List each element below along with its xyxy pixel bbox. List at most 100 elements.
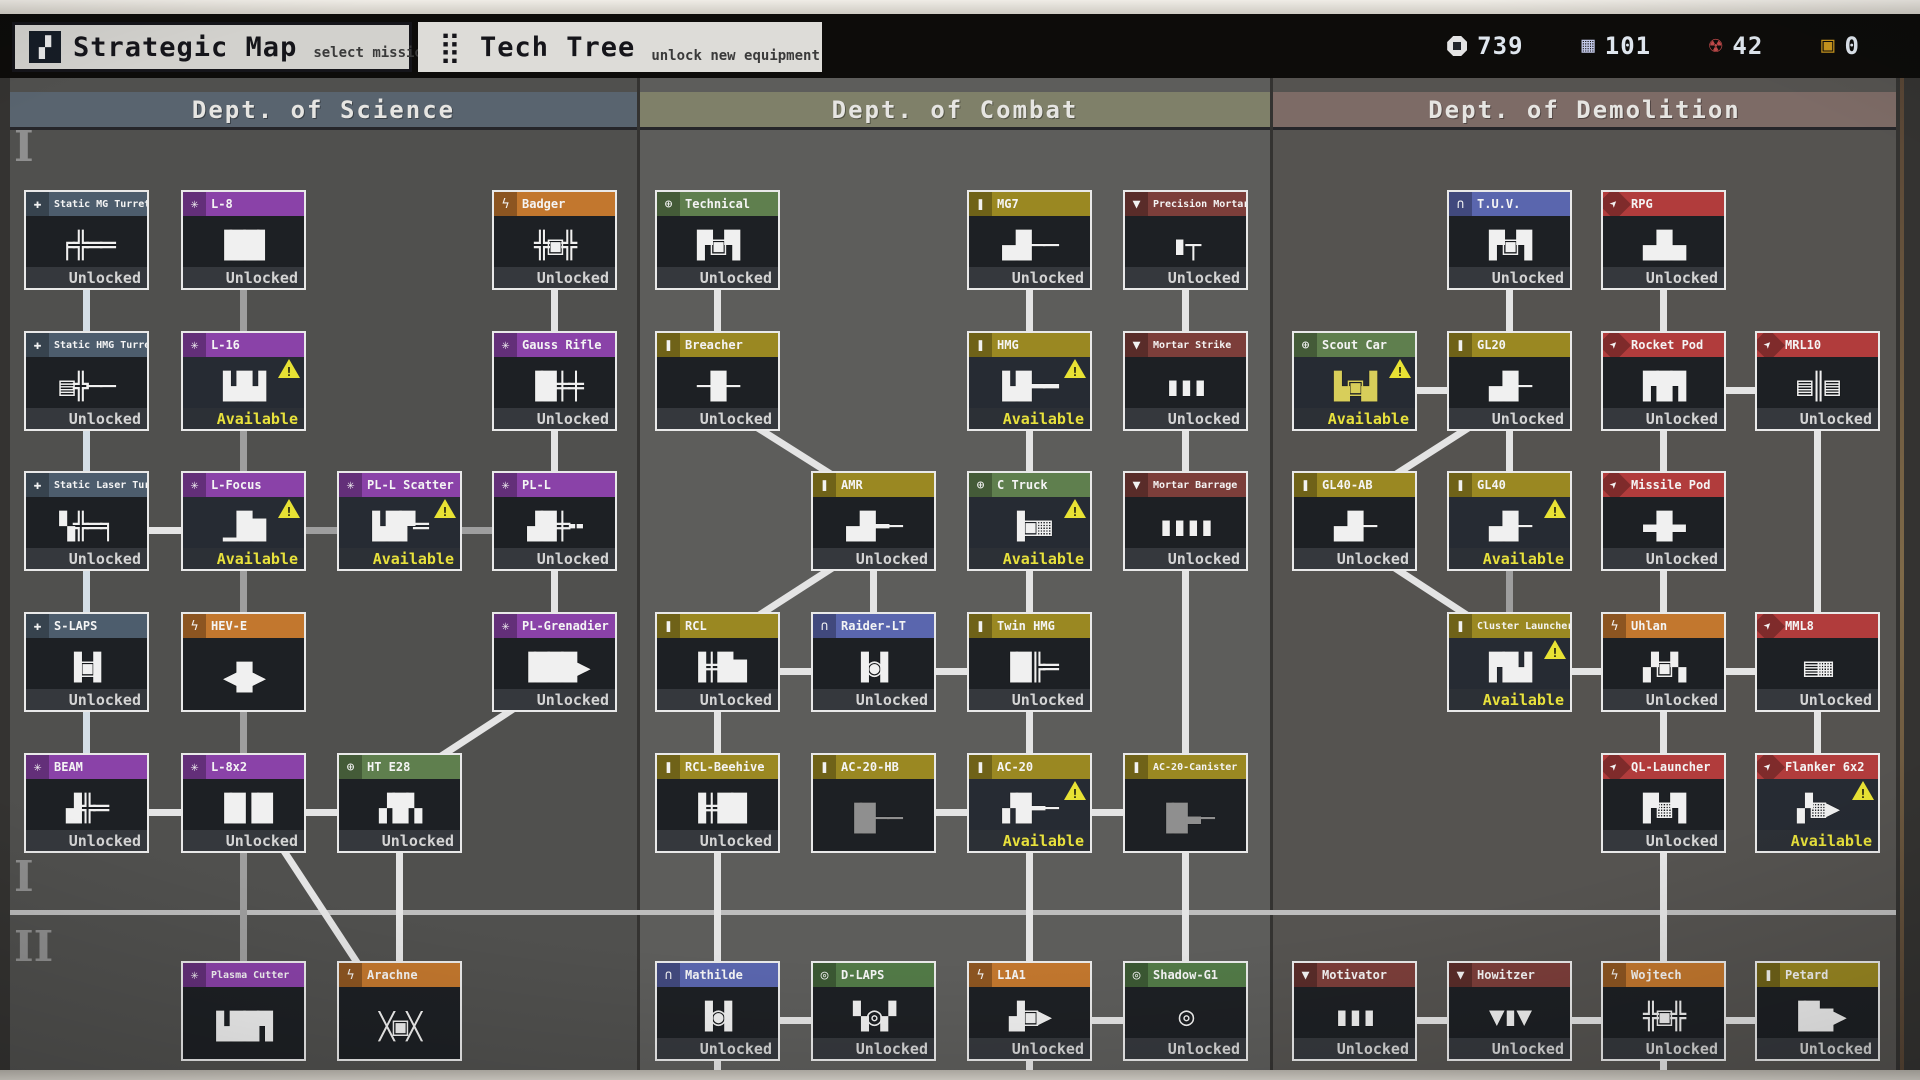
tech-node-ac20[interactable]: ❚ AC-20 ▞█━─ !Available — [967, 753, 1092, 853]
node-header: ❚ AC-20-HB — [813, 755, 934, 779]
tech-node-badger[interactable]: ϟ Badger ╬▣╬ Unlocked — [492, 190, 617, 290]
tech-node-tuv[interactable]: ∩ T.U.V. ▛▣▜ Unlocked — [1447, 190, 1572, 290]
node-art-icon: ▛█▜ — [1603, 365, 1724, 409]
tech-node-hte28[interactable]: ⊕ HT E28 ▞█▚ Unlocked — [337, 753, 462, 853]
tab-tech-tree[interactable]: ⣿ Tech Tree unlock new equipment — [418, 22, 822, 72]
connection-line — [1724, 668, 1757, 675]
node-body: ▄█━─ Unlocked — [813, 497, 934, 569]
tech-node-pllscatter[interactable]: ✳ PL-L Scatter ▙█▛═ !Available — [337, 471, 462, 571]
tab-strategic-map[interactable]: ▞ Strategic Map select mission — [12, 22, 412, 72]
tech-node-ctruck[interactable]: ⊕ C Truck ▐▣▦ !Available — [967, 471, 1092, 571]
node-body: ▐▣▦ !Available — [969, 497, 1090, 569]
tech-node-gl20[interactable]: ❚ GL20 ▄█─ Unlocked — [1447, 331, 1572, 431]
node-header: ✚ Static HMG Turret — [26, 333, 147, 357]
tech-node-ac20hb[interactable]: ❚ AC-20-HB ▐█── — [811, 753, 936, 853]
tech-node-mortbarrage[interactable]: ▼ Mortar Barrage ▮▮▮▮ Unlocked — [1123, 471, 1248, 571]
node-body: ▞▣▚ Unlocked — [1603, 638, 1724, 710]
tech-node-wojtech[interactable]: ϟ Wojtech ╬▣╬ Unlocked — [1601, 961, 1726, 1061]
tech-node-rocketpod[interactable]: ➤ Rocket Pod ▛█▜ Unlocked — [1601, 331, 1726, 431]
node-body: ▄█─ !Available — [1449, 497, 1570, 569]
tech-node-cluster[interactable]: ❚ Cluster Launcher ▛█▟ !Available — [1447, 612, 1572, 712]
tech-node-breacher[interactable]: ❚ Breacher ─█─ Unlocked — [655, 331, 780, 431]
bullet-icon: ❚ — [1449, 333, 1472, 357]
tech-node-arachne[interactable]: ϟ Arachne ╳▣╳ — [337, 961, 462, 1061]
node-body: ▙█━━ !Available — [969, 357, 1090, 429]
tech-node-flanker[interactable]: ➤ Flanker 6x2 ▞▦▶ !Available — [1755, 753, 1880, 853]
tech-node-qll[interactable]: ➤ QL-Launcher ▛▦▜ Unlocked — [1601, 753, 1726, 853]
tech-node-shadow[interactable]: ◎ Shadow-G1 ◎ Unlocked — [1123, 961, 1248, 1061]
chip-resource-icon: ▣ — [1821, 35, 1834, 57]
tech-node-motivator[interactable]: ▼ Motivator ▮▮▮ Unlocked — [1292, 961, 1417, 1061]
tech-node-precmortar[interactable]: ▼ Precision Mortar ▮┬ Unlocked — [1123, 190, 1248, 290]
node-status: Unlocked — [1125, 408, 1246, 429]
node-body: ▄█─ Unlocked — [1294, 497, 1415, 569]
tech-node-howitzer[interactable]: ▼ Howitzer ▼▮▼ Unlocked — [1447, 961, 1572, 1061]
tech-node-mathilde[interactable]: ∩ Mathilde ▐◉▌ Unlocked — [655, 961, 780, 1061]
node-status: Available — [969, 548, 1090, 569]
node-name: HT E28 — [362, 755, 460, 779]
node-name: MML8 — [1780, 614, 1878, 638]
node-name: PL-Grenadier — [517, 614, 615, 638]
node-body: ▟╬═ Unlocked — [26, 779, 147, 851]
tech-node-mortstrike[interactable]: ▼ Mortar Strike ▮▮▮ Unlocked — [1123, 331, 1248, 431]
tech-node-dlaps[interactable]: ◎ D-LAPS ▚◎▞ Unlocked — [811, 961, 936, 1061]
node-header: ▼ Howitzer — [1449, 963, 1570, 987]
tech-node-rpg[interactable]: ➤ RPG ▄█▄ Unlocked — [1601, 190, 1726, 290]
tech-node-gl40[interactable]: ❚ GL40 ▄█─ !Available — [1447, 471, 1572, 571]
tech-node-gauss[interactable]: ✳ Gauss Rifle ▐█╪╪ Unlocked — [492, 331, 617, 431]
tech-node-slaps[interactable]: ✚ S-LAPS ▐▣▌ Unlocked — [24, 612, 149, 712]
tech-node-l16[interactable]: ✳ L-16 ▙█▟ !Available — [181, 331, 306, 431]
node-body: ▮▮▮ Unlocked — [1125, 357, 1246, 429]
node-art-icon: ▄█── — [969, 224, 1090, 268]
tech-node-scout[interactable]: ⊕ Scout Car ▙▣▟ !Available — [1292, 331, 1417, 431]
energy-icon: ✳ — [494, 614, 517, 638]
node-body: ◀█▶ — [183, 638, 304, 710]
node-name: Breacher — [680, 333, 778, 357]
tech-node-petard[interactable]: ❚ Petard ▐█▆▶ Unlocked — [1755, 961, 1880, 1061]
node-art-icon: ▄█▄ — [1603, 224, 1724, 268]
bullet-icon: ❚ — [657, 614, 680, 638]
node-body: ▛▣▜ Unlocked — [657, 216, 778, 288]
tech-node-slaser[interactable]: ✚ Static Laser Turret ▚╬═╕ Unlocked — [24, 471, 149, 571]
tech-node-pll[interactable]: ✳ PL-L ▟█╪╍ Unlocked — [492, 471, 617, 571]
connection-line — [240, 569, 247, 614]
tech-node-shmg[interactable]: ✚ Static HMG Turret ▤╬── Unlocked — [24, 331, 149, 431]
tech-node-raider[interactable]: ∩ Raider-LT ▐◉▌ Unlocked — [811, 612, 936, 712]
node-body: ▐█╪╪ Unlocked — [494, 357, 615, 429]
tech-node-hmg[interactable]: ❚ HMG ▙█━━ !Available — [967, 331, 1092, 431]
tech-node-heve[interactable]: ϟ HEV-E ◀█▶ — [181, 612, 306, 712]
tech-node-plgren[interactable]: ✳ PL-Grenadier ▐███▶ Unlocked — [492, 612, 617, 712]
org-chart-icon: ⣿ — [432, 31, 468, 63]
tech-node-ac20can[interactable]: ❚ AC-20-Canister ▐█▬─ — [1123, 753, 1248, 853]
node-body: ▙██▜ — [183, 987, 304, 1059]
tech-node-lfocus[interactable]: ✳ L-Focus ▁█▆ !Available — [181, 471, 306, 571]
tech-node-l1a1[interactable]: ϟ L1A1 ▟▣▶ Unlocked — [967, 961, 1092, 1061]
tech-node-twinhmg[interactable]: ❚ Twin HMG ▐█╠═ Unlocked — [967, 612, 1092, 712]
energy-icon: ✳ — [26, 755, 49, 779]
tech-node-technical[interactable]: ⊕ Technical ▛▣▜ Unlocked — [655, 190, 780, 290]
tech-node-plasma[interactable]: ✳ Plasma Cutter ▙██▜ — [181, 961, 306, 1061]
tech-node-gl40ab[interactable]: ❚ GL40-AB ▄█─ Unlocked — [1292, 471, 1417, 571]
node-status: Unlocked — [813, 548, 934, 569]
tech-node-amr[interactable]: ❚ AMR ▄█━─ Unlocked — [811, 471, 936, 571]
tech-node-smg[interactable]: ✚ Static MG Turret ╒╬══ Unlocked — [24, 190, 149, 290]
tech-node-mml8[interactable]: ➤ MML8 ▤▦ Unlocked — [1755, 612, 1880, 712]
tech-node-mrl10[interactable]: ➤ MRL10 ▤║▤ Unlocked — [1755, 331, 1880, 431]
tech-node-l8[interactable]: ✳ L-8 ▐██▌ Unlocked — [181, 190, 306, 290]
tech-node-mg7[interactable]: ❚ MG7 ▄█── Unlocked — [967, 190, 1092, 290]
tech-node-beam[interactable]: ✳ BEAM ▟╬═ Unlocked — [24, 753, 149, 853]
tech-node-uhlan[interactable]: ϟ Uhlan ▞▣▚ Unlocked — [1601, 612, 1726, 712]
node-header: ❚ Breacher — [657, 333, 778, 357]
node-status: Unlocked — [26, 689, 147, 710]
tech-node-rcl[interactable]: ❚ RCL ▐╪█▆ Unlocked — [655, 612, 780, 712]
node-art-icon: ▐█── — [813, 787, 934, 851]
node-header: ϟ Badger — [494, 192, 615, 216]
tech-node-missilepod[interactable]: ➤ Missile Pod ▬█▬ Unlocked — [1601, 471, 1726, 571]
node-status: Unlocked — [1603, 689, 1724, 710]
tech-node-rclbeehive[interactable]: ❚ RCL-Beehive ▐╪██ Unlocked — [655, 753, 780, 853]
tech-node-l8x2[interactable]: ✳ L-8x2 ▐█▐█ Unlocked — [181, 753, 306, 853]
node-header: ❚ GL20 — [1449, 333, 1570, 357]
node-art-icon: ▟▣▶ — [969, 995, 1090, 1039]
bullet-icon: ❚ — [1449, 614, 1472, 638]
node-name: Howitzer — [1472, 963, 1570, 987]
